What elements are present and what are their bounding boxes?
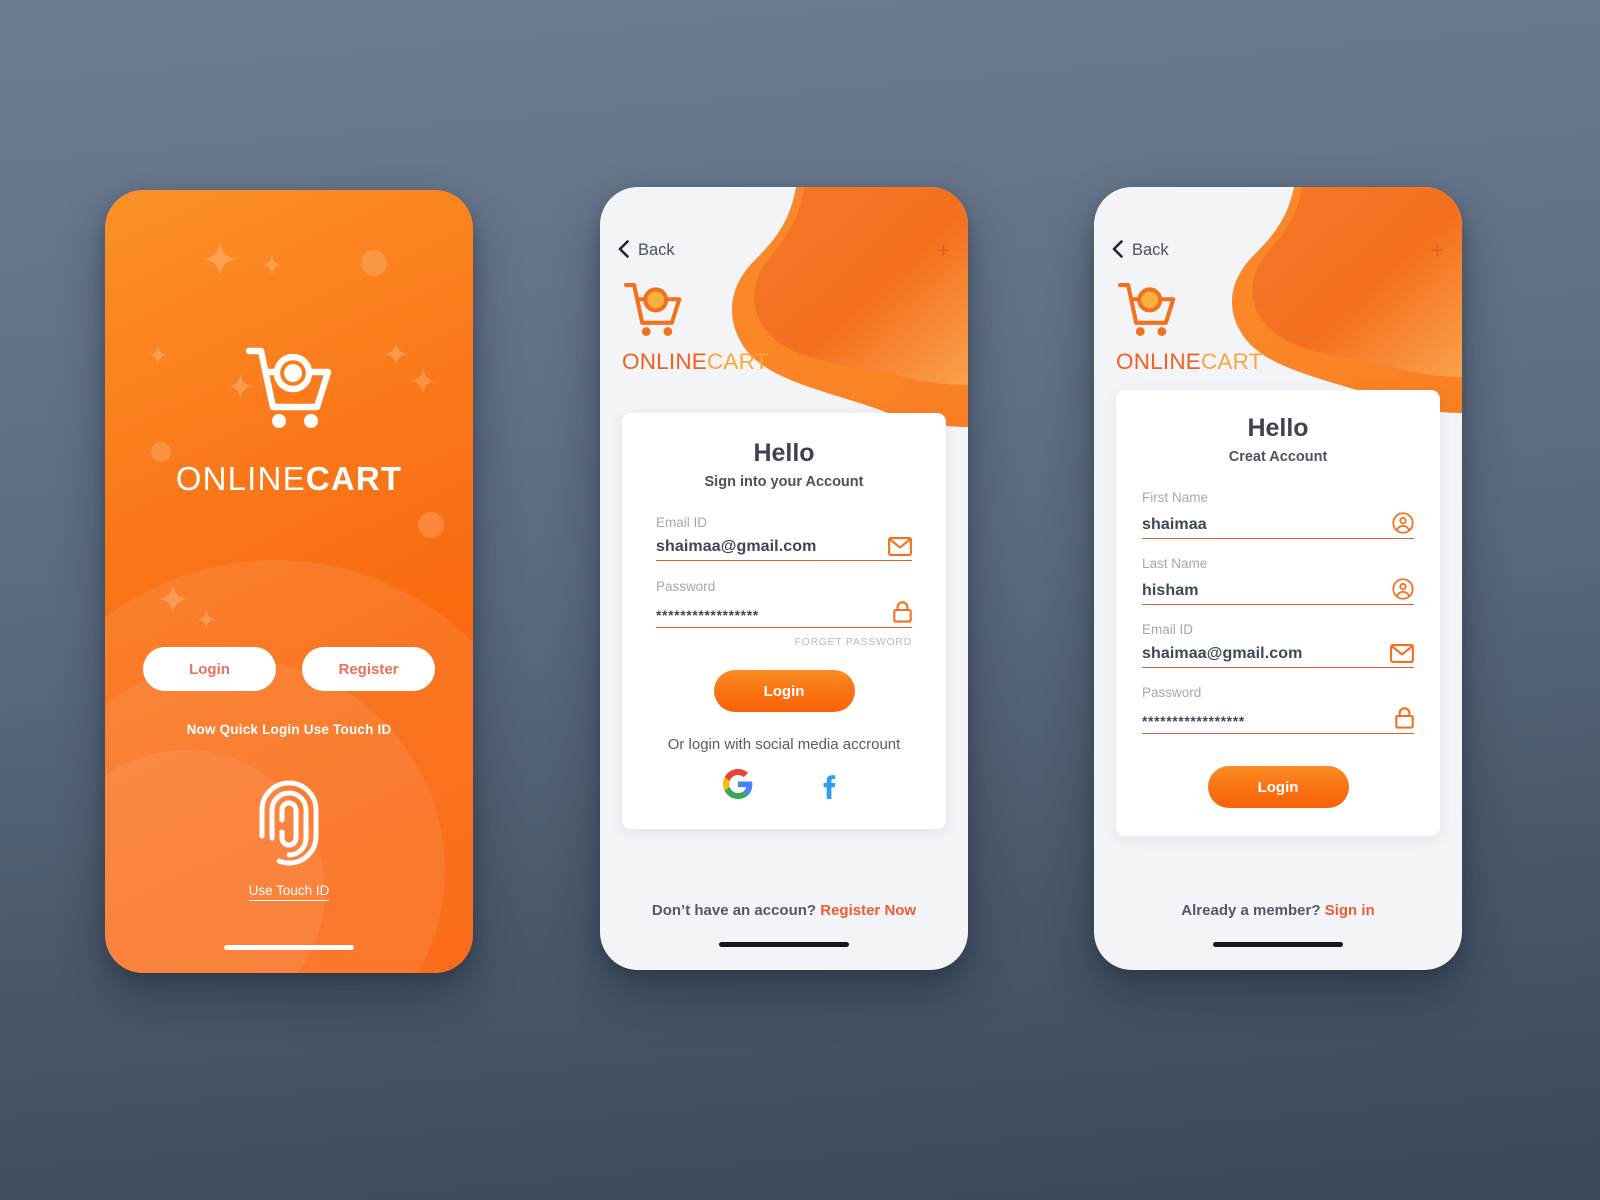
password-label: Password	[1142, 685, 1202, 700]
envelope-icon[interactable]	[1390, 644, 1414, 663]
brand-first: ONLINE	[175, 460, 306, 497]
back-label: Back	[1132, 241, 1169, 259]
google-icon[interactable]	[723, 769, 753, 799]
shopping-cart-icon	[1116, 280, 1263, 345]
sign-in-logo-block: ONLINECART	[622, 280, 769, 375]
password-input-row[interactable]: *****************	[656, 601, 912, 628]
social-login-row	[656, 769, 912, 799]
email-input-value[interactable]: shaimaa@gmail.com	[656, 538, 880, 556]
last-name-input-value[interactable]: hisham	[1142, 582, 1384, 600]
sparkle-icon	[262, 255, 282, 275]
plus-icon[interactable]: +	[937, 239, 950, 262]
lock-icon[interactable]	[1395, 707, 1414, 729]
sign-in-link[interactable]: Sign in	[1325, 902, 1375, 919]
card-subtitle: Creat Account	[1228, 449, 1328, 465]
first-name-input-row[interactable]: shaimaa	[1142, 512, 1414, 539]
lock-icon[interactable]	[893, 601, 912, 623]
forget-password-link[interactable]: FORGET PASSWORD	[656, 636, 912, 648]
last-name-input-row[interactable]: hisham	[1142, 578, 1414, 605]
register-card: Hello Creat Account First Name shaimaa L…	[1116, 390, 1440, 836]
chevron-left-icon	[618, 240, 629, 261]
touch-id-block: Use Touch ID	[105, 780, 473, 901]
brand-wordmark: ONLINECART	[622, 349, 769, 375]
use-touch-id-link[interactable]: Use Touch ID	[248, 883, 330, 901]
brand-wordmark: ONLINECART	[176, 460, 403, 498]
user-circle-icon[interactable]	[1392, 578, 1414, 600]
password-input-row[interactable]: *****************	[1142, 707, 1414, 734]
footer-text: Don’t have an accoun?	[651, 902, 817, 919]
brand-second: CART	[1200, 349, 1263, 374]
password-field: Password *****************	[656, 579, 912, 628]
footer-text: Already a member?	[1181, 902, 1321, 919]
sparkle-icon	[203, 242, 237, 276]
shopping-cart-icon	[243, 345, 335, 436]
fingerprint-icon[interactable]	[259, 780, 319, 873]
register-submit-button[interactable]: Login	[1207, 766, 1349, 808]
first-name-field: First Name shaimaa	[1142, 490, 1414, 539]
last-name-field: Last Name hisham	[1142, 556, 1414, 605]
email-label: Email ID	[1142, 622, 1194, 637]
password-input-value[interactable]: *****************	[656, 607, 885, 623]
home-indicator	[1213, 942, 1343, 947]
plus-icon[interactable]: +	[1431, 239, 1444, 262]
register-topbar: Back +	[1112, 239, 1444, 262]
brand-first: ONLINE	[622, 349, 707, 374]
password-input-value[interactable]: *****************	[1142, 713, 1387, 729]
decorative-dot	[418, 512, 444, 538]
back-label: Back	[638, 241, 675, 259]
back-button[interactable]: Back	[618, 240, 675, 261]
sparkle-icon	[197, 610, 216, 629]
sparkle-icon	[158, 584, 188, 614]
password-field: Password *****************	[1142, 685, 1414, 734]
social-login-text: Or login with social media accrount	[667, 736, 901, 753]
register-button[interactable]: Register	[302, 647, 435, 691]
home-indicator	[224, 945, 354, 950]
sign-in-background: Back + ONLINECART Hello Sign into your A…	[600, 187, 968, 970]
user-circle-icon[interactable]	[1392, 512, 1414, 534]
first-name-input-value[interactable]: shaimaa	[1142, 516, 1384, 534]
register-footer: Don’t have an accoun? Register Now	[600, 902, 968, 919]
splash-button-row: Login Register	[105, 647, 473, 691]
shopping-cart-icon	[622, 280, 769, 345]
chevron-left-icon	[1112, 240, 1123, 261]
card-title: Hello	[1247, 414, 1309, 442]
register-logo-block: ONLINECART	[1116, 280, 1263, 375]
decorative-dot	[361, 250, 387, 276]
sign-in-card: Hello Sign into your Account Email ID sh…	[622, 413, 946, 829]
card-title: Hello	[753, 439, 815, 467]
phone-splash-screen: ONLINECART Login Register Now Quick Logi…	[105, 190, 473, 973]
last-name-label: Last Name	[1142, 556, 1208, 571]
login-button[interactable]: Login	[143, 647, 276, 691]
register-now-link[interactable]: Register Now	[820, 902, 916, 919]
phone-register-screen: Back + ONLINECART Hello Creat Account Fi…	[1094, 187, 1462, 970]
touch-id-hint: Now Quick Login Use Touch ID	[186, 722, 392, 737]
brand-wordmark: ONLINECART	[1116, 349, 1263, 375]
facebook-icon[interactable]	[815, 769, 845, 799]
brand-first: ONLINE	[1116, 349, 1201, 374]
back-button[interactable]: Back	[1112, 240, 1169, 261]
splash-background: ONLINECART Login Register Now Quick Logi…	[105, 190, 473, 973]
register-background: Back + ONLINECART Hello Creat Account Fi…	[1094, 187, 1462, 970]
envelope-icon[interactable]	[888, 537, 912, 556]
card-subtitle: Sign into your Account	[704, 474, 864, 490]
email-label: Email ID	[656, 515, 708, 530]
phone-sign-in-screen: Back + ONLINECART Hello Sign into your A…	[600, 187, 968, 970]
login-submit-button[interactable]: Login	[713, 670, 855, 712]
first-name-label: First Name	[1142, 490, 1209, 505]
home-indicator	[719, 942, 849, 947]
sign-in-footer: Already a member? Sign in	[1094, 902, 1462, 919]
password-label: Password	[656, 579, 716, 594]
splash-logo-block: ONLINECART	[105, 345, 473, 498]
sign-in-topbar: Back +	[618, 239, 950, 262]
email-field: Email ID shaimaa@gmail.com	[1142, 622, 1414, 668]
email-input-row[interactable]: shaimaa@gmail.com	[1142, 644, 1414, 668]
brand-second: CART	[305, 460, 403, 497]
email-input-row[interactable]: shaimaa@gmail.com	[656, 537, 912, 561]
email-field: Email ID shaimaa@gmail.com	[656, 515, 912, 561]
brand-second: CART	[706, 349, 769, 374]
email-input-value[interactable]: shaimaa@gmail.com	[1142, 645, 1382, 663]
